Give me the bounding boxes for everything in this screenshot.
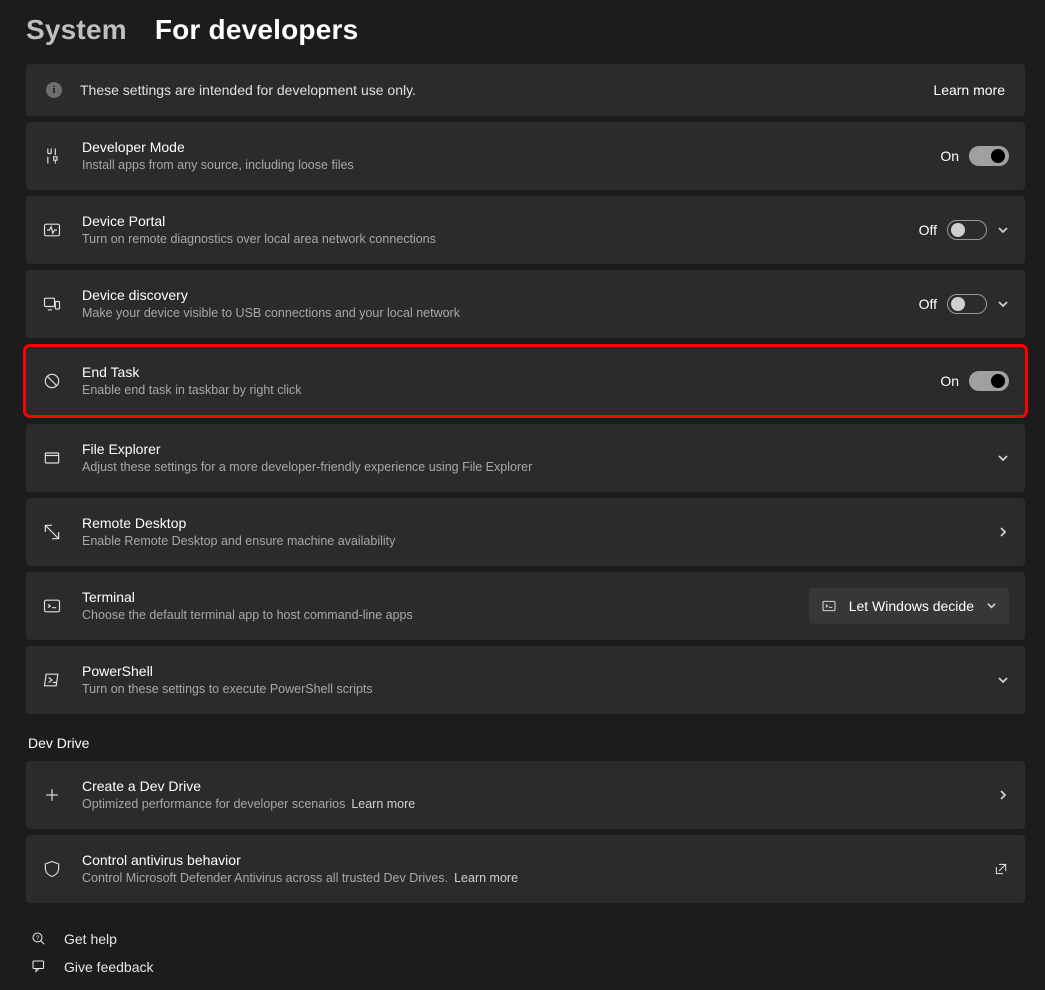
svg-text:?: ?: [36, 936, 40, 942]
row-device-portal[interactable]: Device Portal Turn on remote diagnostics…: [26, 196, 1025, 264]
info-banner: i These settings are intended for develo…: [26, 64, 1025, 116]
toggle-device-portal[interactable]: [947, 220, 987, 240]
get-help-link[interactable]: ? Get help: [30, 930, 1025, 948]
row-remote-desktop[interactable]: Remote Desktop Enable Remote Desktop and…: [26, 498, 1025, 566]
breadcrumb: System For developers: [26, 14, 1025, 46]
powershell-icon: [42, 670, 62, 690]
chevron-down-icon: [986, 598, 997, 614]
row-title: PowerShell: [82, 662, 977, 680]
row-developer-mode: Developer Mode Install apps from any sou…: [26, 122, 1025, 190]
row-file-explorer[interactable]: File Explorer Adjust these settings for …: [26, 424, 1025, 492]
dropdown-selected: Let Windows decide: [849, 598, 974, 614]
toggle-end-task[interactable]: [969, 371, 1009, 391]
chevron-down-icon: [997, 674, 1009, 686]
learn-more-link[interactable]: Learn more: [933, 82, 1005, 98]
toggle-device-discovery[interactable]: [947, 294, 987, 314]
row-device-discovery[interactable]: Device discovery Make your device visibl…: [26, 270, 1025, 338]
info-message: These settings are intended for developm…: [80, 82, 933, 98]
row-title: Create a Dev Drive: [82, 777, 977, 795]
breadcrumb-current: For developers: [155, 14, 359, 46]
row-title: File Explorer: [82, 440, 977, 458]
row-terminal: Terminal Choose the default terminal app…: [26, 572, 1025, 640]
row-title: Control antivirus behavior: [82, 851, 973, 869]
chevron-down-icon: [997, 452, 1009, 464]
toggle-state-label: Off: [919, 222, 937, 238]
row-desc: Optimized performance for developer scen…: [82, 796, 977, 812]
row-title: Developer Mode: [82, 138, 920, 156]
section-header-dev-drive: Dev Drive: [28, 735, 1025, 751]
learn-more-link[interactable]: Learn more: [454, 871, 518, 885]
open-external-icon: [993, 861, 1009, 877]
tools-icon: [42, 146, 62, 166]
toggle-state-label: On: [940, 373, 959, 389]
terminal-icon: [42, 596, 62, 616]
chevron-down-icon: [997, 224, 1009, 236]
row-desc: Adjust these settings for a more develop…: [82, 459, 977, 475]
remote-icon: [42, 522, 62, 542]
toggle-state-label: Off: [919, 296, 937, 312]
feedback-icon: [30, 958, 48, 976]
row-title: Remote Desktop: [82, 514, 977, 532]
row-end-task: End Task Enable end task in taskbar by r…: [26, 347, 1025, 415]
row-title: Terminal: [82, 588, 789, 606]
chevron-right-icon: [997, 526, 1009, 538]
row-desc-text: Optimized performance for developer scen…: [82, 797, 345, 811]
row-desc: Control Microsoft Defender Antivirus acr…: [82, 870, 973, 886]
toggle-developer-mode[interactable]: [969, 146, 1009, 166]
row-powershell[interactable]: PowerShell Turn on these settings to exe…: [26, 646, 1025, 714]
terminal-icon: [821, 598, 837, 614]
row-create-dev-drive[interactable]: Create a Dev Drive Optimized performance…: [26, 761, 1025, 829]
row-desc: Enable end task in taskbar by right clic…: [82, 382, 920, 398]
row-title: Device Portal: [82, 212, 899, 230]
row-desc: Turn on remote diagnostics over local ar…: [82, 231, 899, 247]
prohibit-icon: [42, 371, 62, 391]
terminal-dropdown[interactable]: Let Windows decide: [809, 588, 1009, 624]
chevron-right-icon: [997, 789, 1009, 801]
row-desc-text: Control Microsoft Defender Antivirus acr…: [82, 871, 448, 885]
learn-more-link[interactable]: Learn more: [351, 797, 415, 811]
folder-icon: [42, 448, 62, 468]
give-feedback-label: Give feedback: [64, 959, 154, 975]
shield-icon: [42, 859, 62, 879]
chevron-down-icon: [997, 298, 1009, 310]
give-feedback-link[interactable]: Give feedback: [30, 958, 1025, 976]
toggle-state-label: On: [940, 148, 959, 164]
help-icon: ?: [30, 930, 48, 948]
row-control-antivirus[interactable]: Control antivirus behavior Control Micro…: [26, 835, 1025, 903]
row-desc: Turn on these settings to execute PowerS…: [82, 681, 977, 697]
row-desc: Enable Remote Desktop and ensure machine…: [82, 533, 977, 549]
row-title: End Task: [82, 363, 920, 381]
info-icon: i: [46, 82, 62, 98]
devices-icon: [42, 294, 62, 314]
row-title: Device discovery: [82, 286, 899, 304]
get-help-label: Get help: [64, 931, 117, 947]
plus-icon: [42, 785, 62, 805]
breadcrumb-parent[interactable]: System: [26, 14, 127, 46]
row-desc: Choose the default terminal app to host …: [82, 607, 789, 623]
row-desc: Install apps from any source, including …: [82, 157, 920, 173]
row-desc: Make your device visible to USB connecti…: [82, 305, 899, 321]
heartbeat-icon: [42, 220, 62, 240]
